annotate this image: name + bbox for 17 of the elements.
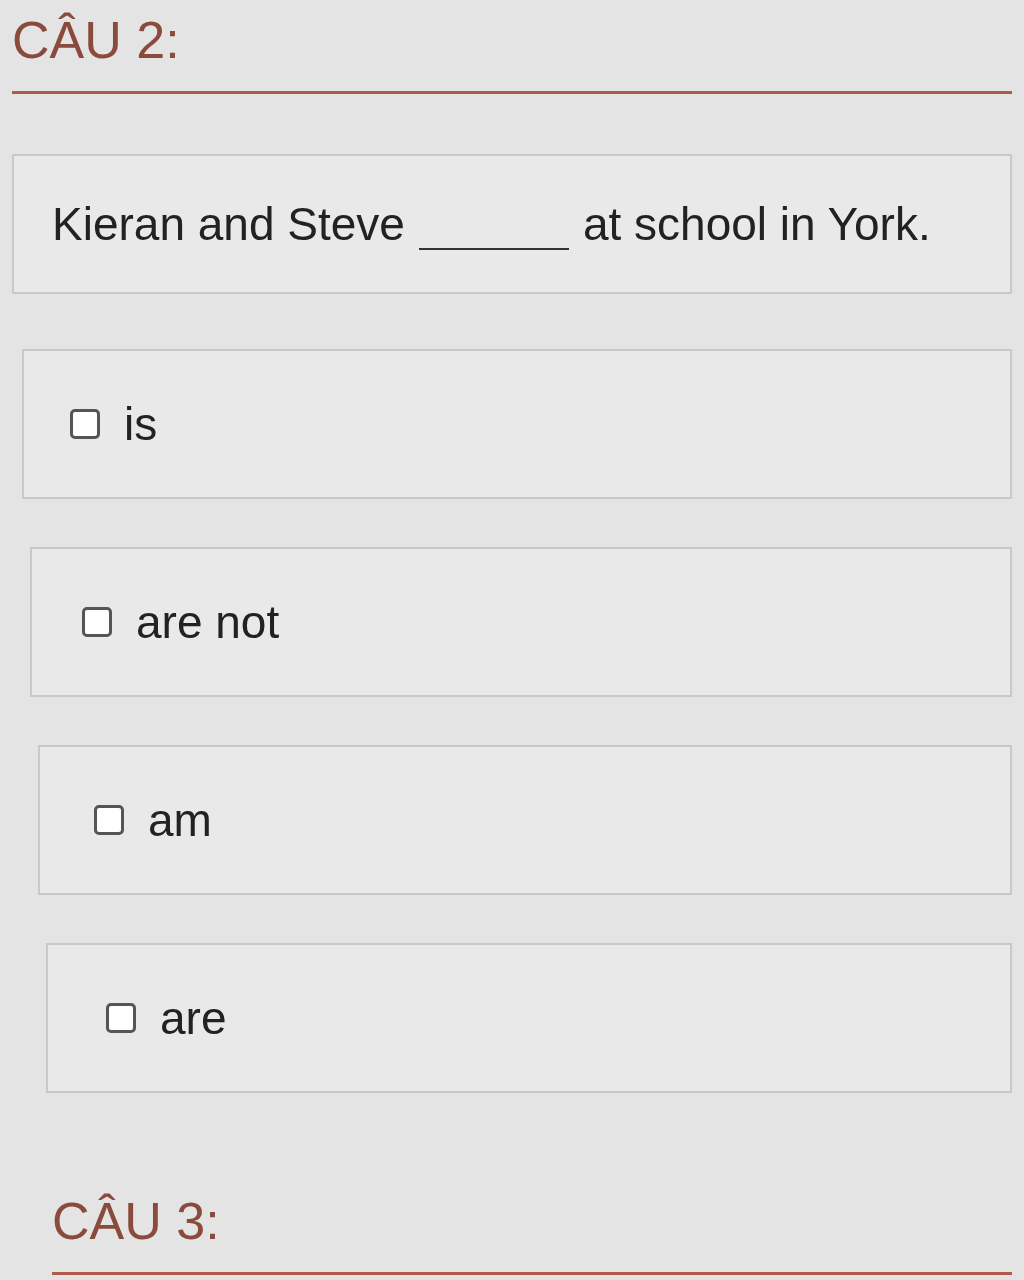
question-text: at school in York. xyxy=(582,196,931,252)
option-card[interactable]: are not xyxy=(30,547,1012,698)
option-card[interactable]: is xyxy=(22,349,1012,500)
option-label: am xyxy=(148,792,212,848)
option-card[interactable]: are xyxy=(46,943,1012,1094)
checkbox[interactable] xyxy=(94,805,124,836)
section-heading: CÂU 3: xyxy=(52,1193,221,1251)
option-label: are xyxy=(160,990,227,1046)
checkbox[interactable] xyxy=(82,607,112,638)
checkbox[interactable] xyxy=(70,409,100,440)
checkbox[interactable] xyxy=(106,1003,136,1034)
section-heading: CÂU 2: xyxy=(12,12,181,70)
fill-in-line[interactable] xyxy=(418,248,569,251)
option-label: is xyxy=(124,396,158,452)
question-text: Kieran and Steve xyxy=(52,196,405,252)
option-card[interactable]: am xyxy=(38,745,1012,896)
option-label: are not xyxy=(136,594,280,650)
